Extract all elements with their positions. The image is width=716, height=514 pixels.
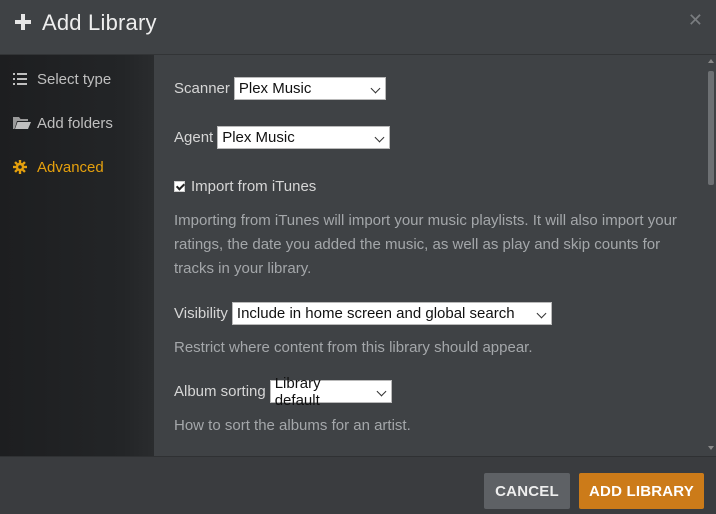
- import-itunes-help: Importing from iTunes will import your m…: [174, 212, 677, 277]
- chevron-down-icon: [536, 308, 547, 319]
- album-sorting-help: How to sort the albums for an artist.: [174, 417, 411, 434]
- import-itunes-label[interactable]: Import from iTunes: [191, 178, 316, 195]
- scrollbar[interactable]: [706, 55, 716, 456]
- dialog-footer: CANCEL ADD LIBRARY: [0, 456, 716, 514]
- sidebar-item-label: Select type: [37, 70, 112, 88]
- sidebar-item-select-type[interactable]: Select type: [0, 59, 154, 99]
- visibility-select[interactable]: Include in home screen and global search: [231, 302, 552, 325]
- agent-value: Plex Music: [222, 129, 295, 146]
- plus-icon: [14, 13, 32, 31]
- add-library-button[interactable]: ADD LIBRARY: [579, 473, 704, 509]
- scroll-down-arrow-icon[interactable]: [708, 446, 714, 450]
- dialog-header: Add Library ✕: [0, 0, 716, 55]
- sidebar-item-label: Add folders: [37, 114, 113, 132]
- chevron-down-icon: [370, 83, 381, 94]
- scanner-value: Plex Music: [238, 80, 312, 97]
- scanner-row: Scanner Plex Music: [174, 77, 386, 100]
- album-sorting-select[interactable]: Library default: [269, 375, 392, 409]
- folder-icon: [13, 113, 37, 133]
- scanner-select[interactable]: Plex Music: [233, 77, 386, 100]
- sidebar: Select type Add folders Advanced: [0, 55, 154, 456]
- album-sorting-row: Album sorting Library default: [174, 375, 392, 409]
- visibility-help: Restrict where content from this library…: [174, 339, 533, 356]
- scrollbar-thumb[interactable]: [708, 71, 714, 185]
- scanner-label: Scanner: [174, 80, 230, 97]
- sidebar-item-label: Advanced: [37, 158, 104, 176]
- cancel-button[interactable]: CANCEL: [484, 473, 570, 509]
- album-sorting-value: Library default: [274, 374, 321, 409]
- import-itunes-checkbox[interactable]: [174, 181, 185, 192]
- visibility-row: Visibility Include in home screen and gl…: [174, 302, 552, 325]
- visibility-label: Visibility: [174, 305, 228, 322]
- scroll-up-arrow-icon[interactable]: [708, 59, 714, 63]
- sidebar-item-advanced[interactable]: Advanced: [0, 147, 154, 187]
- agent-row: Agent Plex Music: [174, 126, 391, 149]
- chevron-down-icon: [374, 132, 385, 143]
- advanced-settings-panel: Scanner Plex Music Agent Plex Music Impo…: [154, 55, 706, 456]
- visibility-value: Include in home screen and global search: [236, 305, 515, 322]
- itunes-row: Import from iTunes: [174, 178, 316, 195]
- chevron-down-icon: [376, 386, 387, 397]
- gear-icon: [13, 157, 37, 177]
- album-sorting-label: Album sorting: [174, 383, 266, 400]
- dialog-title: Add Library: [42, 10, 157, 35]
- agent-label: Agent: [174, 129, 214, 146]
- close-icon[interactable]: ✕: [688, 11, 703, 29]
- list-icon: [13, 69, 37, 89]
- sidebar-item-add-folders[interactable]: Add folders: [0, 103, 154, 143]
- agent-select[interactable]: Plex Music: [217, 126, 391, 149]
